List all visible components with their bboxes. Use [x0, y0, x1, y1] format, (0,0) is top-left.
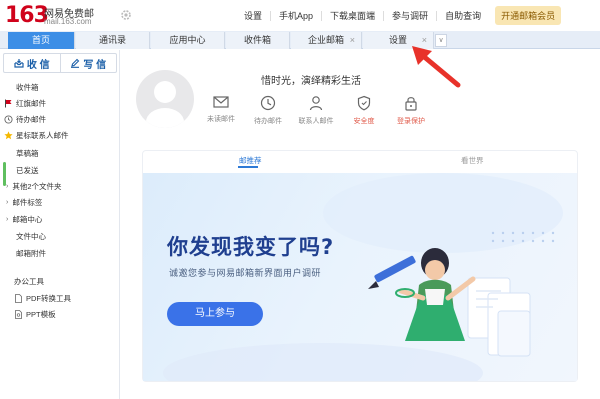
folder-label: 邮件标签: [12, 198, 43, 207]
top-nav: 设置 手机App 下载桌面端 参与调研 自助查询 开通邮箱会员: [236, 0, 562, 31]
sidebar-item-sent[interactable]: 已发送: [16, 165, 39, 176]
quick-label: 待办邮件: [254, 118, 282, 125]
receive-mail-button[interactable]: 收 信: [4, 54, 60, 72]
sidebar-item-todo[interactable]: 待办邮件: [4, 114, 46, 125]
sidebar-item-attachments[interactable]: 邮箱附件: [16, 248, 46, 259]
tab-home[interactable]: 首页: [8, 32, 75, 49]
write-mail-button[interactable]: 写 信: [59, 54, 117, 72]
sidebar-item-drafts[interactable]: 草稿箱: [16, 148, 39, 159]
quick-todo-mail[interactable]: 待办邮件: [243, 95, 293, 126]
main-content: 惜时光，演绎精彩生活 未读邮件 待办邮件 联系人邮件 安全度 登录保护 邮推荐 …: [121, 50, 600, 399]
vip-membership-button[interactable]: 开通邮箱会员: [495, 6, 562, 25]
quick-label: 未读邮件: [207, 116, 235, 123]
quick-unread-mail[interactable]: 未读邮件: [196, 95, 246, 124]
quick-label: 联系人邮件: [298, 118, 334, 125]
expand-arrow-icon[interactable]: ›: [6, 183, 8, 190]
tab-label: 应用中心: [169, 35, 206, 45]
pencil-icon: [71, 58, 80, 68]
tab-bar: 首页 通讯录 应用中心 收件箱 企业邮箱 × 设置 × ∨: [0, 31, 600, 49]
folder-label: 收件箱: [16, 83, 39, 92]
folder-label: 其他2个文件夹: [12, 182, 62, 191]
subtab-see-world[interactable]: 看世界: [461, 155, 484, 166]
tool-label: PDF转换工具: [26, 294, 71, 303]
banner-title: 你发现我变了吗?: [167, 235, 335, 259]
section-title: 办公工具: [14, 277, 44, 286]
default-avatar-icon: [146, 81, 184, 128]
lock-icon: [405, 97, 417, 111]
close-icon[interactable]: ×: [350, 32, 355, 49]
annotation-arrow-icon: [412, 46, 461, 88]
greeting-text: 惜时光，演绎精彩生活: [261, 76, 361, 87]
feed-subtabs: 邮推荐 看世界: [143, 151, 577, 171]
tab-label: 企业邮箱: [307, 35, 344, 45]
sidebar-item-pdf-tool[interactable]: PDF转换工具: [15, 293, 71, 304]
clock-icon: [260, 95, 276, 111]
banner-subtitle: 诚邀您参与网易邮箱新界面用户调研: [169, 268, 322, 278]
nav-survey[interactable]: 参与调研: [384, 9, 436, 22]
mail-163-logo[interactable]: 163 网易免费邮 mail.163.com: [5, 3, 125, 29]
tab-label: 首页: [31, 35, 50, 45]
folder-label: 星标联系人邮件: [16, 131, 69, 140]
logo-domain: mail.163.com: [44, 17, 92, 26]
tab-enterprise-mail[interactable]: 企业邮箱 ×: [291, 32, 362, 49]
sidebar-item-inbox[interactable]: 收件箱: [16, 82, 39, 93]
clock-icon: [4, 115, 13, 124]
top-header: 163 网易免费邮 mail.163.com 设置 手机App 下载桌面端 参与…: [0, 0, 600, 31]
person-icon: [309, 96, 323, 111]
shield-icon: [357, 95, 371, 111]
logo-number: 163: [5, 3, 49, 28]
expand-arrow-icon[interactable]: ›: [6, 216, 8, 223]
quick-security-level[interactable]: 安全度: [339, 95, 389, 126]
tab-app-center[interactable]: 应用中心: [151, 32, 225, 49]
tab-inbox[interactable]: 收件箱: [226, 32, 290, 49]
folder-label: 邮箱中心: [12, 215, 43, 224]
pdf-file-icon: [15, 294, 22, 303]
active-subtab-underline: [238, 166, 258, 168]
tool-label: PPT模板: [26, 310, 56, 319]
nav-self-service[interactable]: 自助查询: [437, 9, 489, 22]
folder-label: 草稿箱: [16, 149, 39, 158]
sidebar-item-starred-contacts[interactable]: 星标联系人邮件: [4, 130, 69, 141]
compose-toolbar: 收 信 写 信: [3, 53, 117, 73]
expand-arrow-icon[interactable]: ›: [6, 199, 8, 206]
folder-label: 邮箱附件: [16, 249, 46, 258]
tab-contacts[interactable]: 通讯录: [76, 32, 150, 49]
join-survey-button[interactable]: 马上参与: [167, 302, 263, 326]
tab-label: 通讯录: [98, 35, 126, 45]
nav-settings[interactable]: 设置: [236, 9, 270, 22]
folder-label: 红旗邮件: [16, 99, 46, 108]
inbox-tray-icon: [14, 58, 24, 68]
receive-label: 收 信: [26, 59, 50, 71]
folder-label: 文件中心: [16, 232, 46, 241]
write-label: 写 信: [83, 59, 107, 71]
quick-login-protection[interactable]: 登录保护: [386, 95, 436, 126]
ppt-file-icon: [15, 310, 22, 319]
sidebar: 收 信 写 信 收件箱 红旗邮件 待办邮件 星标联系人邮件 草稿箱 已发送 › 其…: [0, 50, 120, 399]
nav-mobile-app[interactable]: 手机App: [271, 9, 321, 22]
star-icon: [4, 131, 13, 140]
red-flag-icon: [5, 99, 12, 108]
subtab-recommend[interactable]: 邮推荐: [239, 155, 262, 166]
quick-label: 安全度: [353, 118, 375, 125]
sidebar-item-mail-tags[interactable]: › 邮件标签: [6, 197, 42, 208]
folder-label: 已发送: [16, 166, 39, 175]
tab-label: 收件箱: [243, 35, 271, 45]
feed-card: 邮推荐 看世界 你发现我变了吗? 诚邀您参与网易邮箱新界面用户调研 马上参与: [142, 150, 578, 382]
avatar[interactable]: [136, 70, 194, 128]
folder-label: 待办邮件: [16, 115, 46, 124]
quick-label: 登录保护: [397, 118, 425, 125]
office-tools-title: 办公工具: [14, 276, 44, 287]
sidebar-item-flagged[interactable]: 红旗邮件: [5, 98, 46, 109]
tab-label: 设置: [388, 35, 407, 45]
sidebar-scrollbar[interactable]: [3, 162, 6, 186]
nav-desktop-download[interactable]: 下载桌面端: [322, 9, 383, 22]
sidebar-item-other-folders[interactable]: › 其他2个文件夹: [6, 181, 62, 192]
skin-settings-icon[interactable]: [120, 9, 132, 21]
sidebar-item-ppt-template[interactable]: PPT模板: [15, 309, 56, 320]
envelope-icon: [213, 96, 229, 108]
survey-banner[interactable]: 你发现我变了吗? 诚邀您参与网易邮箱新界面用户调研 马上参与: [143, 173, 577, 381]
quick-contact-mail[interactable]: 联系人邮件: [291, 95, 341, 126]
sidebar-item-mailbox-center[interactable]: › 邮箱中心: [6, 214, 42, 225]
sidebar-item-file-center[interactable]: 文件中心: [16, 231, 46, 242]
